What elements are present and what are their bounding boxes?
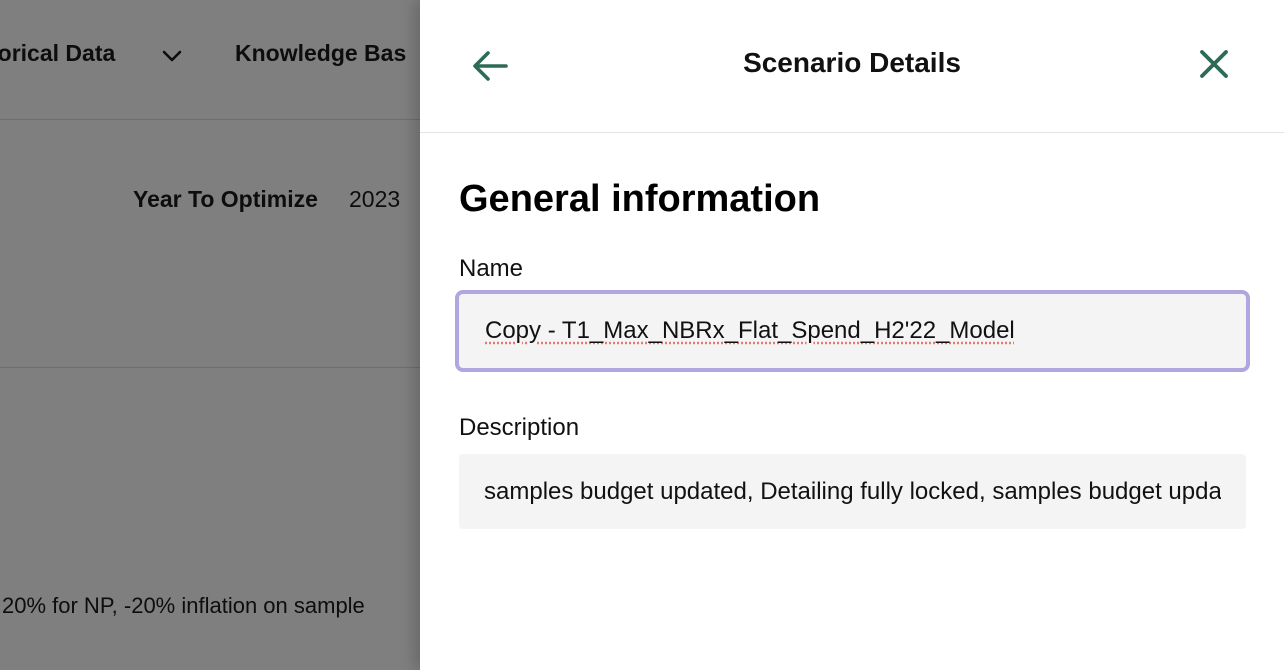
scenario-details-drawer: Scenario Details General information Nam…	[420, 0, 1284, 670]
drawer-header: Scenario Details	[420, 0, 1284, 133]
description-input[interactable]	[459, 454, 1246, 529]
section-heading-general-information: General information	[459, 178, 821, 220]
drawer-title: Scenario Details	[743, 47, 961, 78]
name-label: Name	[459, 255, 524, 282]
description-label: Description	[459, 414, 580, 441]
close-icon[interactable]	[1194, 44, 1234, 84]
name-input[interactable]	[455, 290, 1250, 372]
